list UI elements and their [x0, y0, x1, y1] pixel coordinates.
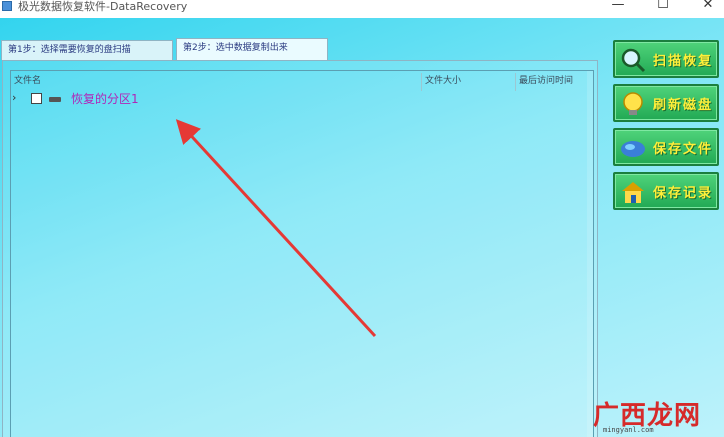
refresh-disk-button[interactable]: 刷新磁盘 [613, 84, 719, 122]
save-file-button[interactable]: 保存文件 [613, 128, 719, 166]
lightbulb-icon [623, 92, 643, 115]
column-header-time[interactable]: 最后访问时间 [519, 73, 573, 93]
minimize-button[interactable]: — [598, 0, 638, 16]
row-checkbox[interactable] [31, 93, 42, 104]
column-divider[interactable] [515, 73, 516, 91]
column-header-size[interactable]: 文件大小 [425, 73, 461, 93]
tab-step1[interactable]: 第1步：选择需要恢复的盘扫描 [1, 40, 173, 60]
watermark-url: mingyanl.com [603, 426, 654, 434]
scan-recover-label: 扫描恢复 [653, 54, 714, 69]
tree-row-label[interactable]: 恢复的分区1 [71, 90, 139, 107]
title-bar: 极光数据恢复软件-DataRecovery — ☐ ✕ [0, 0, 724, 18]
close-button[interactable]: ✕ [688, 0, 724, 16]
drive-icon [49, 97, 61, 102]
vertical-scrollbar[interactable] [587, 71, 593, 437]
refresh-disk-label: 刷新磁盘 [653, 98, 714, 113]
file-list-pane: 文件名 文件大小 最后访问时间 › 恢复的分区1 [2, 60, 598, 437]
file-list-grid: 文件名 文件大小 最后访问时间 [10, 70, 594, 437]
house-icon [622, 182, 644, 203]
globe-icon [621, 141, 645, 157]
window-title: 极光数据恢复软件-DataRecovery [18, 0, 188, 13]
tab-step2[interactable]: 第2步：选中数据复制出来 [176, 38, 328, 60]
save-record-button[interactable]: 保存记录 [613, 172, 719, 210]
column-divider[interactable] [421, 73, 422, 91]
app-icon [2, 1, 12, 11]
scan-recover-button[interactable]: 扫描恢复 [613, 40, 719, 78]
tree-row[interactable]: › 恢复的分区1 [9, 90, 309, 108]
maximize-button[interactable]: ☐ [643, 0, 683, 16]
magnifier-icon [621, 48, 646, 73]
save-record-label: 保存记录 [653, 186, 714, 201]
save-file-label: 保存文件 [653, 142, 714, 157]
expand-chevron-icon[interactable]: › [12, 91, 16, 104]
